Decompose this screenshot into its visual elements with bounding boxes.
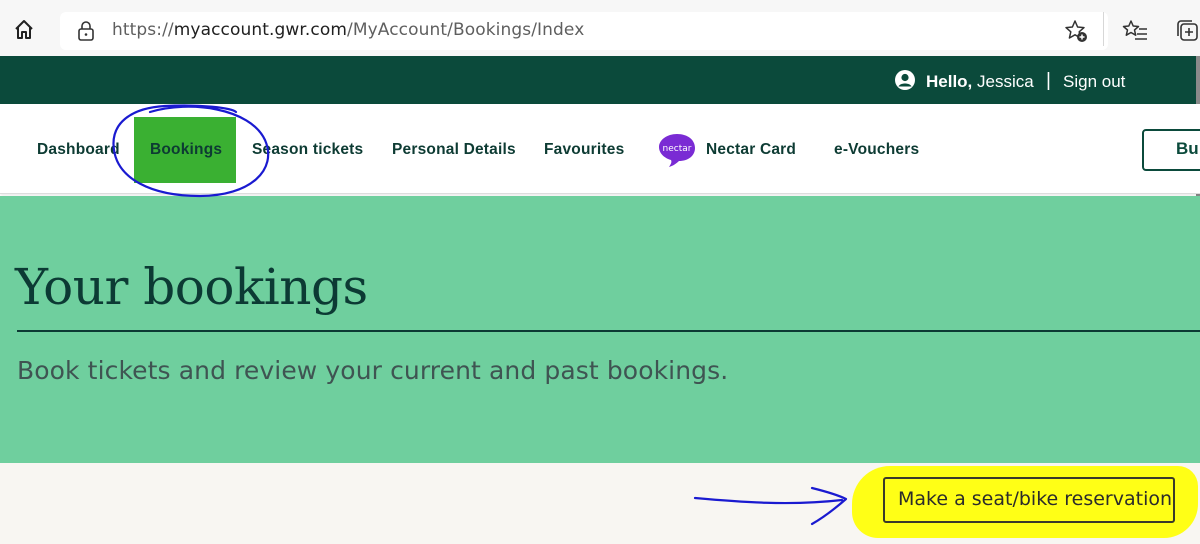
nav-item-dashboard[interactable]: Dashboard bbox=[37, 141, 120, 159]
url-text[interactable]: https://myaccount.gwr.com/MyAccount/Book… bbox=[112, 20, 584, 40]
nectar-logo-text: nectar bbox=[663, 144, 692, 154]
user-icon bbox=[895, 70, 915, 90]
nav-item-e-vouchers[interactable]: e-Vouchers bbox=[834, 141, 919, 159]
sign-out-link[interactable]: Sign out bbox=[1063, 72, 1125, 92]
greeting: Hello, Jessica bbox=[926, 72, 1034, 92]
nav-item-nectar-card[interactable]: Nectar Card bbox=[706, 141, 796, 159]
title-divider bbox=[17, 330, 1200, 332]
home-icon[interactable] bbox=[10, 16, 38, 44]
greeting-label: Hello, bbox=[926, 72, 973, 91]
nav-item-season-tickets[interactable]: Season tickets bbox=[252, 141, 363, 159]
nectar-logo: nectar bbox=[659, 134, 695, 167]
nav-item-bookings[interactable]: Bookings bbox=[150, 141, 222, 159]
book-button-label: Bu bbox=[1176, 139, 1199, 158]
toolbar-separator bbox=[1103, 12, 1104, 46]
add-favorite-icon[interactable] bbox=[1063, 18, 1089, 44]
url-host: myaccount.gwr.com bbox=[173, 20, 348, 40]
favorites-list-icon[interactable] bbox=[1122, 18, 1148, 44]
page-title: Your bookings bbox=[15, 258, 368, 316]
collections-icon[interactable] bbox=[1174, 18, 1200, 44]
page-subtitle: Book tickets and review your current and… bbox=[17, 356, 729, 385]
url-path: /MyAccount/Bookings/Index bbox=[347, 20, 585, 40]
nav-item-personal-details[interactable]: Personal Details bbox=[392, 141, 516, 159]
lock-icon[interactable] bbox=[76, 20, 96, 42]
user-name: Jessica bbox=[977, 72, 1034, 91]
url-prefix: https:// bbox=[112, 20, 174, 40]
header-separator: | bbox=[1046, 70, 1051, 91]
seat-bike-reservation-label: Make a seat/bike reservation bbox=[898, 488, 1173, 510]
nav-item-favourites[interactable]: Favourites bbox=[544, 141, 624, 159]
